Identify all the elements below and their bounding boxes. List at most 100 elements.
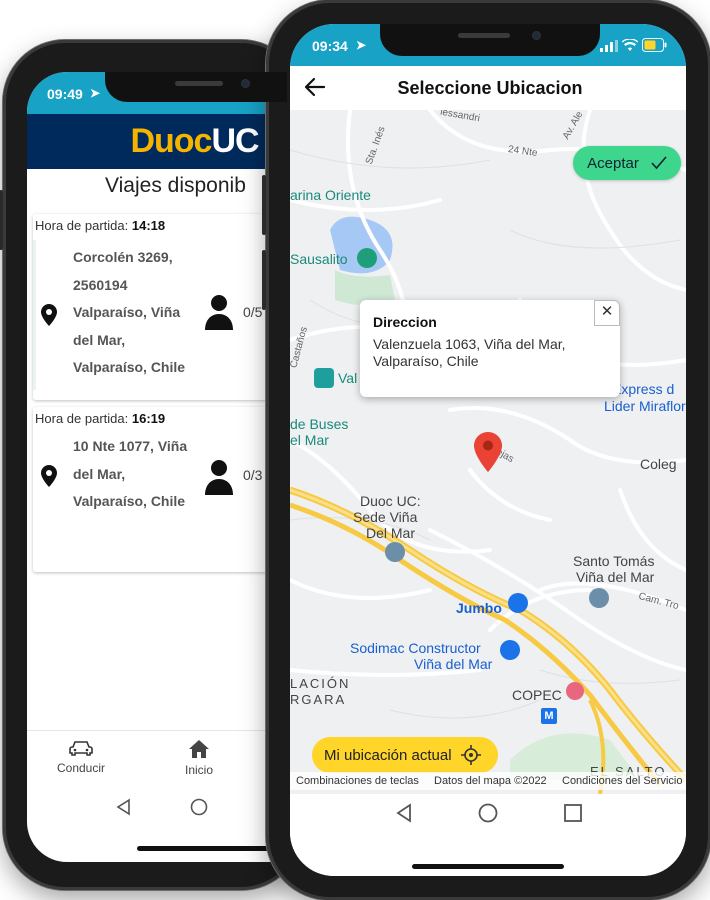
speaker <box>458 33 510 38</box>
info-window: Direccion Valenzuela 1063, Viña del Mar,… <box>360 300 620 397</box>
location-arrow-icon: ➤ <box>356 38 367 52</box>
seat-count: 0/3 <box>243 467 263 483</box>
departure-label: Hora de partida: <box>35 411 129 426</box>
map-label: Sausalito <box>290 251 348 267</box>
map-label: el Mar <box>290 432 329 448</box>
wifi-icon <box>622 39 638 51</box>
departure-time: 14:18 <box>131 218 166 233</box>
metro-icon: M <box>541 708 557 724</box>
map-label: COPEC <box>512 687 562 703</box>
front-phone-screen: 09:34 ➤ Seleccione Ubicacion arina Orien… <box>290 24 686 876</box>
check-icon <box>651 156 667 170</box>
map-label: Viña del Mar <box>576 569 655 585</box>
trip-address: 10 Nte 1077, Viña del Mar, Valparaíso, C… <box>73 433 203 516</box>
bottom-nav: Conducir Inicio <box>27 730 287 788</box>
address-line: del Mar, <box>73 331 126 348</box>
map-pin-icon <box>41 304 57 326</box>
attribution-datos: Datos del mapa ©2022 <box>434 775 547 787</box>
school-marker-icon[interactable] <box>589 588 609 608</box>
home-indicator <box>412 864 564 869</box>
battery-icon <box>642 38 667 52</box>
trip-address: Corcolén 3269, 2560194 Valparaíso, Viña … <box>73 244 203 382</box>
logo-uc: UC <box>211 122 259 160</box>
address-line: Corcolén 3269, <box>73 249 173 265</box>
nav-inicio[interactable]: Inicio <box>159 739 239 777</box>
page-title: Viajes disponib <box>105 174 246 197</box>
monument-marker-icon[interactable] <box>314 368 334 388</box>
map-pin-icon <box>41 465 57 487</box>
speaker <box>175 81 223 86</box>
home-indicator <box>137 846 287 851</box>
volume-button <box>0 190 3 250</box>
address-line: 2560194 <box>73 276 128 293</box>
current-location-button[interactable]: Mi ubicación actual <box>312 737 498 773</box>
back-phone-screen: 09:49 ➤ DuocUC Viajes disponib Hora de p… <box>27 72 287 862</box>
address-line: 10 Nte 1077, Viña <box>73 438 188 454</box>
address-line: Valparaíso, Chile <box>73 359 186 375</box>
aceptar-label: Aceptar <box>587 154 639 172</box>
trip-departure: Hora de partida: 14:18 <box>35 218 165 233</box>
volume-button <box>262 175 266 235</box>
address-line: del Mar, <box>73 465 126 482</box>
attribution-condiciones[interactable]: Condiciones del Servicio <box>562 775 682 787</box>
map-label: arina Oriente <box>290 187 371 203</box>
address-line: Valparaíso, Chile <box>73 493 186 509</box>
status-time: 09:34 <box>312 38 348 54</box>
map-label: Del Mar <box>366 525 416 541</box>
school-marker-icon[interactable] <box>385 542 405 562</box>
home-icon <box>189 740 209 758</box>
camera <box>241 79 250 88</box>
trip-card[interactable]: Hora de partida: 16:19 10 Nte 1077, Viña… <box>33 407 287 572</box>
back-phone: 09:49 ➤ DuocUC Viajes disponib Hora de p… <box>0 40 303 890</box>
front-phone: 09:34 ➤ Seleccione Ubicacion arina Orien… <box>262 0 710 900</box>
map-view[interactable]: arina Oriente Sausalito Val de Buses el … <box>290 110 686 794</box>
shopping-marker-icon[interactable] <box>508 593 528 613</box>
info-window-title: Direccion <box>373 314 437 330</box>
map-label: Duoc UC: <box>360 493 421 509</box>
car-icon <box>69 741 93 756</box>
nav-label: Inicio <box>184 763 213 777</box>
map-label: Lider Miraflore <box>604 398 686 414</box>
map-label: Express d <box>612 381 675 397</box>
person-icon <box>205 460 233 495</box>
attribution-teclas[interactable]: Combinaciones de teclas <box>296 775 419 787</box>
map-label: de Buses <box>290 416 349 432</box>
trip-departure: Hora de partida: 16:19 <box>35 411 165 426</box>
gas-station-icon[interactable] <box>566 682 584 700</box>
android-home-icon[interactable] <box>190 798 208 816</box>
map-label: Jumbo <box>456 600 502 616</box>
page-title: Seleccione Ubicacion <box>397 78 583 98</box>
duoc-logo: DuocUC <box>55 122 259 161</box>
signal-icon <box>600 40 618 52</box>
android-back-icon[interactable] <box>115 798 133 816</box>
park-marker-icon[interactable] <box>357 248 377 268</box>
app-bar: Seleccione Ubicacion <box>290 66 686 110</box>
shopping-marker-icon[interactable] <box>500 640 520 660</box>
map-label: Sodimac Constructor <box>350 640 481 656</box>
location-marker-icon[interactable] <box>474 432 502 472</box>
map-label: RGARA <box>290 692 347 707</box>
map-label: Santo Tomás <box>573 553 655 569</box>
card-accent <box>33 240 36 390</box>
departure-label: Hora de partida: <box>35 218 129 233</box>
map-label: Coleg <box>640 456 677 472</box>
volume-button <box>262 250 266 310</box>
camera <box>532 31 541 40</box>
notch <box>105 72 287 102</box>
aceptar-button[interactable]: Aceptar <box>573 146 681 180</box>
nav-label: Conducir <box>56 761 106 775</box>
android-recents-icon[interactable] <box>564 804 582 822</box>
nav-conducir[interactable]: Conducir <box>41 739 121 775</box>
android-back-icon[interactable] <box>394 803 414 823</box>
android-home-icon[interactable] <box>478 803 498 823</box>
close-icon[interactable]: ✕ <box>594 300 620 326</box>
info-window-address: Valenzuela 1063, Viña del Mar, Valparaís… <box>373 336 566 369</box>
location-arrow-icon: ➤ <box>90 86 101 100</box>
duoc-header: DuocUC <box>27 114 287 169</box>
current-location-label: Mi ubicación actual <box>324 746 452 764</box>
map-label: LACIÓN <box>290 676 351 691</box>
trip-card[interactable]: Hora de partida: 14:18 Corcolén 3269, 25… <box>33 214 287 400</box>
map-label: Sede Viña <box>353 509 418 525</box>
seat-count: 0/5 <box>243 304 263 320</box>
departure-time: 16:19 <box>131 411 166 426</box>
